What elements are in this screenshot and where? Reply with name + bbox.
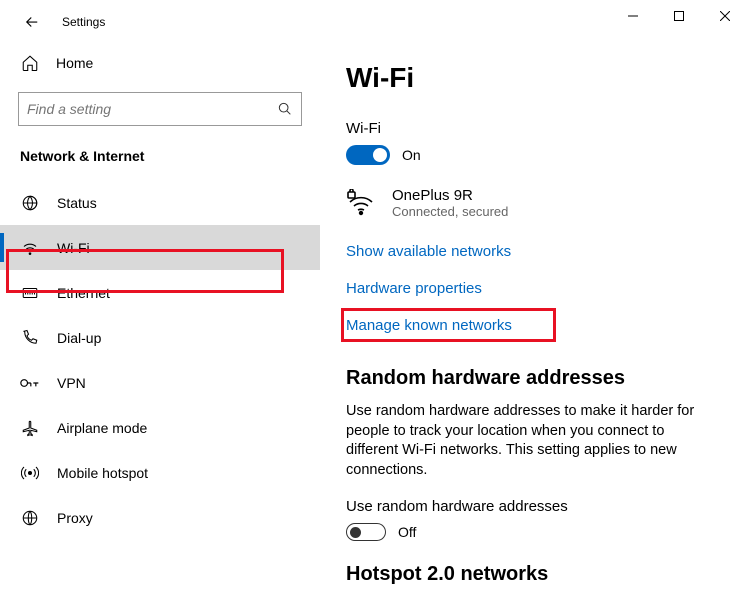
sidebar-item-vpn[interactable]: VPN xyxy=(0,360,320,405)
airplane-icon xyxy=(21,419,39,437)
sidebar-item-label: Airplane mode xyxy=(57,420,147,436)
home-button[interactable]: Home xyxy=(18,44,302,86)
home-icon xyxy=(21,54,39,72)
wifi-toggle[interactable] xyxy=(346,145,390,165)
wifi-icon xyxy=(21,239,39,257)
sidebar-item-label: Wi-Fi xyxy=(57,240,90,256)
sidebar-item-label: Mobile hotspot xyxy=(57,465,148,481)
sidebar-item-proxy[interactable]: Proxy xyxy=(0,495,320,540)
vpn-icon xyxy=(20,376,40,390)
random-toggle-state: Off xyxy=(398,524,416,540)
sidebar-item-status[interactable]: Status xyxy=(0,180,320,225)
hotspot-icon xyxy=(21,464,39,482)
random-heading: Random hardware addresses xyxy=(346,367,708,390)
sidebar-item-hotspot[interactable]: Mobile hotspot xyxy=(0,450,320,495)
maximize-icon xyxy=(674,11,684,21)
sidebar-item-label: Dial-up xyxy=(57,330,101,346)
close-button[interactable] xyxy=(702,0,748,32)
sidebar-item-wifi[interactable]: Wi-Fi xyxy=(0,225,320,270)
dialup-icon xyxy=(21,329,39,347)
sidebar: Home Network & Internet Status Wi-Fi Eth… xyxy=(0,44,320,614)
window-title: Settings xyxy=(62,15,105,29)
main-content: Wi-Fi Wi-Fi On OnePlus 9R Connected, sec… xyxy=(320,44,748,614)
category-title: Network & Internet xyxy=(18,144,302,180)
maximize-button[interactable] xyxy=(656,0,702,32)
search-icon xyxy=(277,101,293,117)
proxy-icon xyxy=(21,509,39,527)
sidebar-item-label: Ethernet xyxy=(57,285,110,301)
window-controls xyxy=(610,0,748,32)
sidebar-item-ethernet[interactable]: Ethernet xyxy=(0,270,320,315)
arrow-left-icon xyxy=(23,13,41,31)
sidebar-item-airplane[interactable]: Airplane mode xyxy=(0,405,320,450)
random-toggle[interactable] xyxy=(346,523,386,541)
connected-network[interactable]: OnePlus 9R Connected, secured xyxy=(346,187,708,220)
back-button[interactable] xyxy=(18,8,46,36)
sidebar-item-label: VPN xyxy=(57,375,86,391)
ethernet-icon xyxy=(21,284,39,302)
minimize-button[interactable] xyxy=(610,0,656,32)
home-label: Home xyxy=(56,55,93,71)
link-available-networks[interactable]: Show available networks xyxy=(346,240,708,263)
status-icon xyxy=(21,194,39,212)
wifi-secured-icon xyxy=(346,189,376,217)
search-input[interactable] xyxy=(27,101,277,117)
hotspot-heading: Hotspot 2.0 networks xyxy=(346,563,708,586)
sidebar-item-dialup[interactable]: Dial-up xyxy=(0,315,320,360)
sidebar-item-label: Proxy xyxy=(57,510,93,526)
page-title: Wi-Fi xyxy=(346,62,708,94)
network-name: OnePlus 9R xyxy=(392,187,508,204)
minimize-icon xyxy=(628,11,638,21)
random-toggle-label: Use random hardware addresses xyxy=(346,498,708,515)
wifi-toggle-state: On xyxy=(402,147,421,163)
sidebar-item-label: Status xyxy=(57,195,97,211)
close-icon xyxy=(720,11,730,21)
nav-list: Status Wi-Fi Ethernet Dial-up VPN Airpla… xyxy=(0,180,320,540)
link-hardware-properties[interactable]: Hardware properties xyxy=(346,277,708,300)
wifi-toggle-label: Wi-Fi xyxy=(346,120,708,137)
link-manage-networks[interactable]: Manage known networks xyxy=(346,314,708,337)
network-status: Connected, secured xyxy=(392,204,508,219)
random-body: Use random hardware addresses to make it… xyxy=(346,402,708,480)
search-box[interactable] xyxy=(18,92,302,126)
